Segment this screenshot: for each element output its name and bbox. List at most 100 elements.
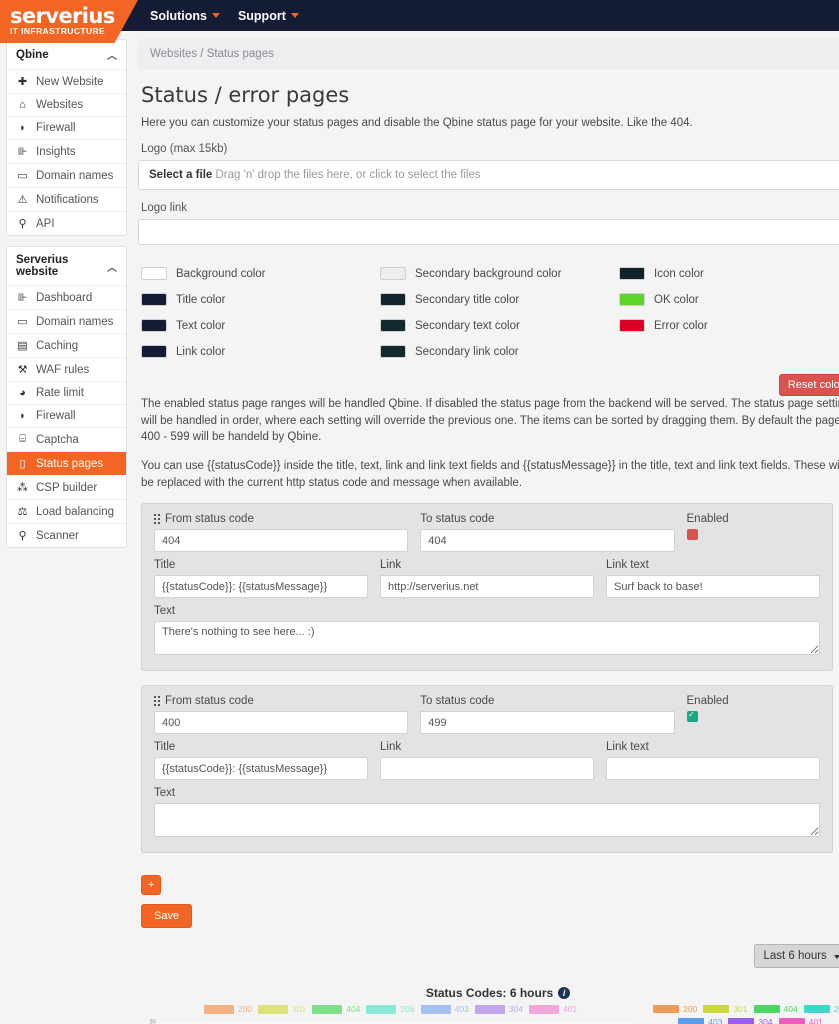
donut-legend-item-206[interactable]: 206 bbox=[803, 1004, 839, 1014]
sidebar-item-status-pages[interactable]: ▯ Status pages bbox=[7, 452, 126, 476]
donut-legend-item-200[interactable]: 200 bbox=[653, 1004, 697, 1014]
sidebar-item-insights[interactable]: ⊪ Insights bbox=[7, 140, 126, 164]
logo-dropzone[interactable]: Select a file Drag 'n' drop the files he… bbox=[138, 160, 839, 190]
drag-handle-icon[interactable] bbox=[154, 514, 160, 525]
sidebar-item-domain-names[interactable]: ▭ Domain names bbox=[7, 310, 126, 334]
enabled-checkbox[interactable] bbox=[686, 529, 698, 541]
area-chart-svg: 05101520253000:0000:1000:2000:3000:4000:… bbox=[149, 1020, 636, 1024]
sidebar-item-api[interactable]: ⚲ API bbox=[7, 212, 126, 235]
sidebar-group-serverius-header[interactable]: Serverius website ︿ bbox=[7, 247, 126, 286]
enabled-label: Enabled bbox=[687, 695, 820, 707]
color-swatch[interactable] bbox=[619, 267, 645, 280]
sidebar-item-label: Rate limit bbox=[36, 387, 84, 399]
color-swatch[interactable] bbox=[380, 267, 406, 280]
legend-item-403[interactable]: 403 bbox=[420, 1004, 469, 1014]
status-panel-body: From status code To status code Enabled … bbox=[141, 685, 833, 854]
breadcrumb: Websites / Status pages bbox=[138, 39, 839, 69]
to-status-code-input[interactable] bbox=[420, 529, 675, 553]
chevron-down-icon bbox=[290, 13, 299, 18]
donut-legend-item-401[interactable]: 401 bbox=[778, 1017, 823, 1024]
from-status-code-input[interactable] bbox=[154, 711, 409, 735]
link-label: Link bbox=[380, 559, 594, 571]
save-button[interactable]: Save bbox=[141, 904, 193, 929]
legend-item-206[interactable]: 206 bbox=[366, 1004, 415, 1015]
legend-item-200[interactable]: 200 bbox=[203, 1004, 252, 1014]
color-label: Title color bbox=[176, 293, 226, 306]
from-label-text: From status code bbox=[165, 695, 254, 708]
legend-item-404[interactable]: 404 bbox=[312, 1004, 360, 1014]
link-input[interactable] bbox=[380, 757, 594, 781]
color-swatch[interactable] bbox=[141, 293, 167, 306]
donut-legend-item-404[interactable]: 404 bbox=[753, 1004, 798, 1015]
legend-label: 404 bbox=[783, 1004, 798, 1015]
color-label: Text color bbox=[176, 319, 226, 332]
link-text-input[interactable] bbox=[606, 757, 820, 781]
legend-item-301[interactable]: 301 bbox=[258, 1004, 306, 1014]
sidebar-item-rate-limit[interactable]: ◕ Rate limit bbox=[7, 382, 126, 405]
svg-text:30: 30 bbox=[149, 1020, 156, 1024]
sidebar-item-load-balancing[interactable]: ⚖ Load balancing bbox=[7, 500, 126, 524]
donut-legend-item-301[interactable]: 301 bbox=[703, 1004, 748, 1014]
color-label: Secondary background color bbox=[415, 267, 562, 280]
sidebar-item-dashboard[interactable]: ⊪ Dashboard bbox=[7, 286, 126, 310]
enabled-checkbox[interactable] bbox=[686, 710, 698, 723]
color-settings-grid: Background color Secondary background col… bbox=[141, 267, 839, 358]
color-swatch[interactable] bbox=[141, 319, 167, 332]
logo-link-input[interactable] bbox=[138, 219, 839, 245]
link-label-text: Link bbox=[380, 559, 402, 572]
from-status-code-input[interactable] bbox=[154, 529, 409, 553]
color-swatch[interactable] bbox=[380, 345, 406, 358]
sidebar-item-waf-rules[interactable]: ⚒ WAF rules bbox=[7, 358, 126, 382]
sidebar-item-captcha[interactable]: ⌸ Captcha bbox=[7, 428, 126, 452]
sidebar-item-label: Dashboard bbox=[36, 291, 93, 304]
sidebar: Qbine ︿ ✚ New Website ⌂ Websites ◗ Firewall ⊪ I… bbox=[0, 31, 133, 558]
link-text-input[interactable] bbox=[606, 575, 820, 599]
sidebar-item-csp-builder[interactable]: ⁂ CSP builder bbox=[7, 476, 126, 500]
text-textarea[interactable] bbox=[154, 803, 820, 838]
legend-item-401[interactable]: 401 bbox=[528, 1004, 577, 1014]
title-input[interactable] bbox=[154, 757, 368, 781]
sidebar-item-scanner[interactable]: ⚲ Scanner bbox=[7, 524, 126, 547]
add-status-range-button[interactable]: + bbox=[141, 875, 161, 896]
text-textarea[interactable]: There's nothing to see here... :) bbox=[154, 621, 820, 656]
title-input[interactable] bbox=[154, 575, 368, 599]
sidebar-item-notifications[interactable]: ⚠ Notifications bbox=[7, 188, 126, 212]
link-input[interactable] bbox=[380, 575, 594, 599]
sidebar-item-caching[interactable]: ▤ Caching bbox=[7, 334, 126, 358]
legend-label: 206 bbox=[400, 1004, 415, 1015]
legend-swatch bbox=[703, 1005, 730, 1014]
color-swatch[interactable] bbox=[141, 345, 167, 358]
donut-legend-item-304[interactable]: 304 bbox=[728, 1017, 773, 1024]
sidebar-item-label: Domain names bbox=[36, 315, 114, 328]
legend-item-304[interactable]: 304 bbox=[474, 1004, 523, 1014]
color-label: OK color bbox=[654, 293, 699, 306]
sidebar-item-websites[interactable]: ⌂ Websites bbox=[7, 94, 126, 117]
breadcrumb-parent[interactable]: Websites bbox=[150, 48, 197, 60]
to-status-code-label: To status code bbox=[420, 695, 674, 707]
breadcrumb-current: Status pages bbox=[206, 48, 274, 60]
color-row-secondary-link-color: Secondary link color bbox=[380, 345, 619, 358]
nav-item-solutions[interactable]: Solutions bbox=[150, 9, 220, 23]
nav-item-support[interactable]: Support bbox=[238, 9, 299, 23]
sidebar-item-domain-names[interactable]: ▭ Domain names bbox=[7, 164, 126, 188]
legend-swatch bbox=[728, 1018, 755, 1024]
sidebar-item-firewall[interactable]: ◗ Firewall bbox=[7, 117, 126, 140]
to-status-code-input[interactable] bbox=[420, 711, 675, 735]
chevron-up-icon: ︿ bbox=[107, 262, 117, 274]
color-swatch[interactable] bbox=[619, 319, 645, 332]
sidebar-item-label: WAF rules bbox=[36, 363, 90, 376]
sidebar-item-label: Caching bbox=[36, 339, 79, 352]
sidebar-group-qbine-header[interactable]: Qbine ︿ bbox=[7, 40, 126, 70]
sidebar-item-new-website[interactable]: ✚ New Website bbox=[7, 70, 126, 94]
color-swatch[interactable] bbox=[141, 267, 167, 280]
color-swatch[interactable] bbox=[619, 293, 645, 306]
drag-handle-icon[interactable] bbox=[154, 696, 160, 707]
info-icon[interactable]: i bbox=[558, 987, 571, 1000]
reset-colors-button[interactable]: Reset colors bbox=[778, 374, 839, 396]
donut-legend-item-403[interactable]: 403 bbox=[678, 1017, 722, 1024]
time-range-selector[interactable]: Last 6 hours bbox=[753, 944, 839, 969]
color-swatch[interactable] bbox=[380, 293, 406, 306]
color-swatch[interactable] bbox=[380, 319, 406, 332]
brand-logo[interactable]: serverius IT INFRASTRUCTURE bbox=[0, 0, 138, 43]
sidebar-item-firewall[interactable]: ◗ Firewall bbox=[7, 405, 126, 428]
